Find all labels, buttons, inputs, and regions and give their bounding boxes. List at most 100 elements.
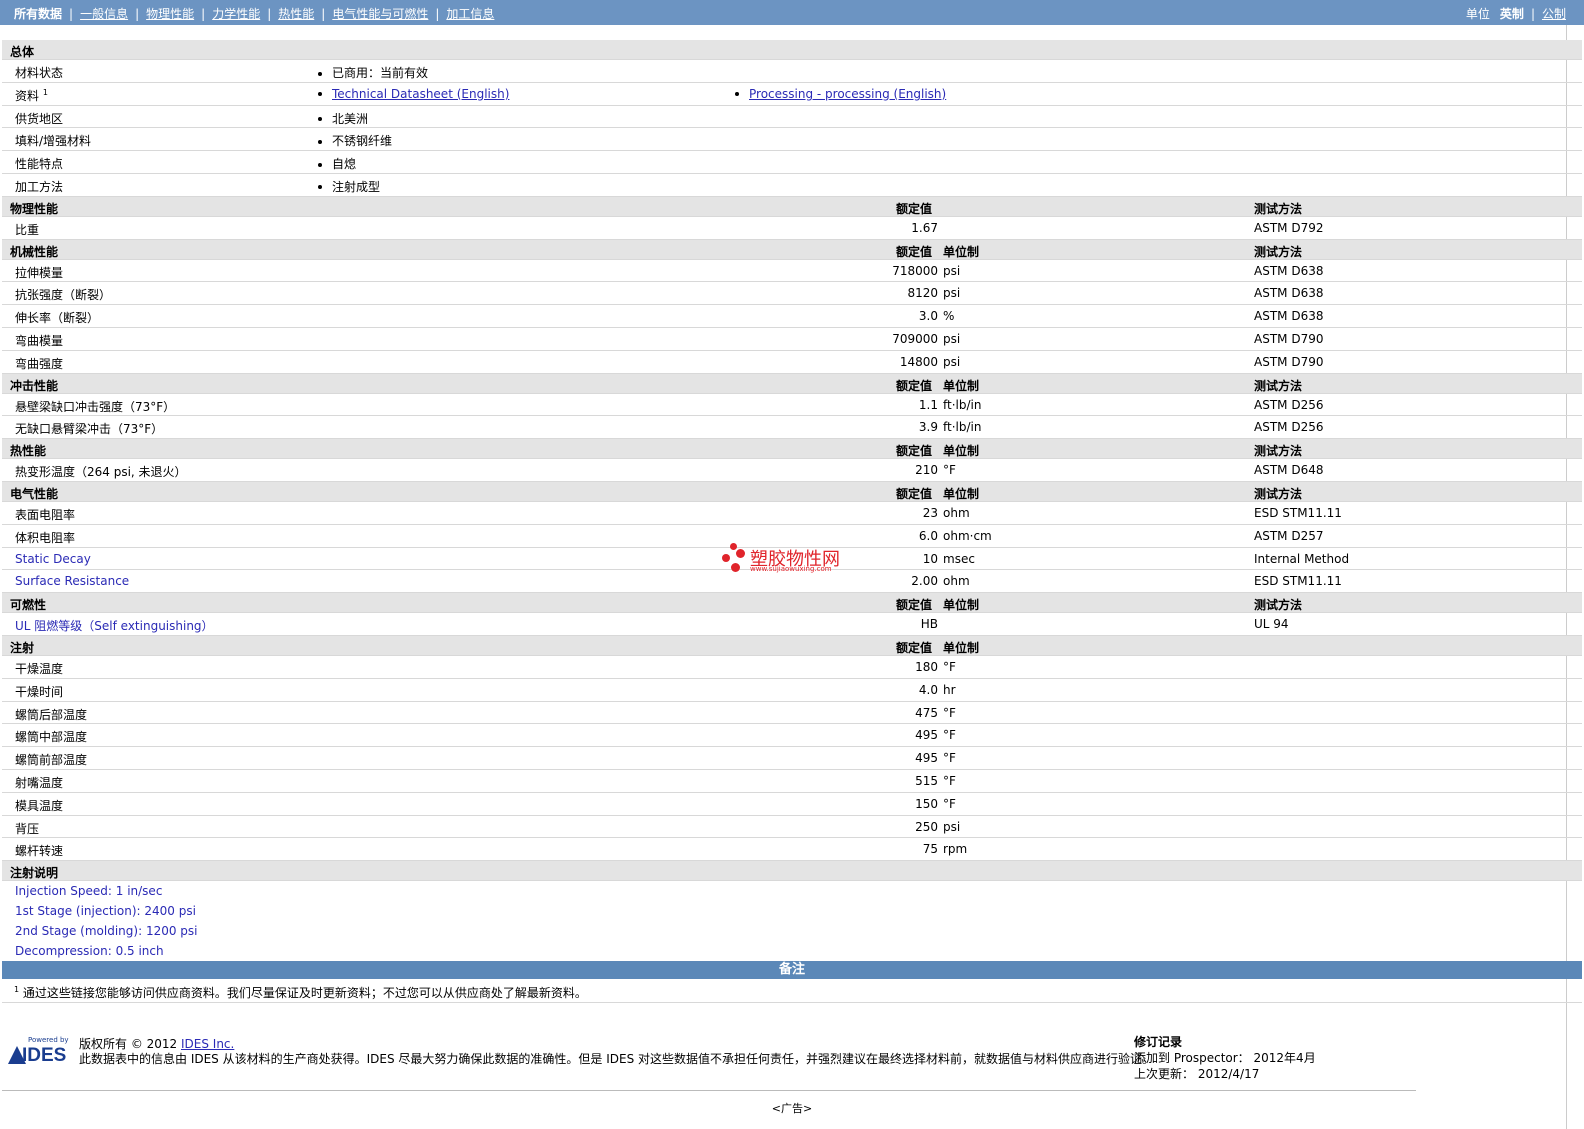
property-label: 螺筒前部温度 <box>15 753 88 768</box>
revision-title: 修订记录 <box>1134 1035 1183 1049</box>
nav-general-info[interactable]: 一般信息 <box>80 7 128 21</box>
section-header: 电气性能 额定值 单位制 测试方法 <box>2 481 1582 502</box>
property-value: 250 <box>915 819 938 834</box>
test-method: ASTM D256 <box>1254 420 1324 435</box>
section-header: 机械性能 额定值 单位制 测试方法 <box>2 239 1582 260</box>
property-unit: psi <box>943 286 961 301</box>
header-value: 额定值 <box>896 444 933 459</box>
property-label: 比重 <box>15 222 40 237</box>
section-title: 冲击性能 <box>10 378 59 393</box>
property-unit: ohm <box>943 505 970 520</box>
property-unit: °F <box>943 705 956 720</box>
property-row: 表面电阻率 23 ohm ESD STM11.11 <box>2 502 1582 525</box>
bullet-icon <box>318 162 322 167</box>
test-method: ASTM D790 <box>1254 354 1324 369</box>
general-row: 性能特点 自熄 <box>2 151 1582 174</box>
property-row: 干燥时间 4.0 hr <box>2 679 1582 702</box>
row-label: 加工方法 <box>15 179 64 194</box>
property-unit: ohm <box>943 574 970 589</box>
property-value: 718000 <box>892 263 938 278</box>
property-unit: °F <box>943 773 956 788</box>
nav-thermal[interactable]: 热性能 <box>278 7 314 21</box>
property-label: 热变形温度（264 psi, 未退火） <box>15 465 187 480</box>
property-value: 475 <box>915 705 938 720</box>
property-unit: ohm·cm <box>943 528 992 543</box>
bullet-icon <box>318 185 322 190</box>
property-label: 射嘴温度 <box>15 775 64 790</box>
ides-logo: Powered by IDES <box>8 1036 70 1066</box>
test-method: ASTM D638 <box>1254 263 1324 278</box>
test-method: UL 94 <box>1254 617 1289 632</box>
row-value: 已商用：当前有效 <box>318 64 428 81</box>
unit-metric-link[interactable]: 公制 <box>1542 7 1566 21</box>
property-label: 模具温度 <box>15 798 64 813</box>
ides-link[interactable]: IDES Inc. <box>181 1037 234 1051</box>
property-value: 1.1 <box>918 397 938 412</box>
property-row: 弯曲强度 14800 psi ASTM D790 <box>2 351 1582 374</box>
header-unit: 单位制 <box>943 486 980 501</box>
nav-electrical-flammability[interactable]: 电气性能与可燃性 <box>332 7 428 21</box>
test-method: ESD STM11.11 <box>1254 574 1342 589</box>
row-label: 供货地区 <box>15 111 64 126</box>
section-title: 总体 <box>10 45 35 59</box>
property-row: 螺筒前部温度 495 °F <box>2 747 1582 770</box>
ad-placeholder: <广告> <box>771 1102 813 1115</box>
nav-processing[interactable]: 加工信息 <box>446 7 494 21</box>
property-value: 150 <box>915 796 938 811</box>
header-method: 测试方法 <box>1254 378 1303 393</box>
bullet-icon <box>318 92 322 97</box>
property-unit: psi <box>943 819 961 834</box>
test-method: ASTM D256 <box>1254 397 1324 412</box>
property-sections: 物理性能 额定值 测试方法 比重 1.67 ASTM D792 机械性能 额定值 单位制 测试方法… <box>2 196 1582 862</box>
header-method: 测试方法 <box>1254 444 1303 459</box>
property-label: 螺杆转速 <box>15 844 64 859</box>
test-method: ASTM D257 <box>1254 528 1324 543</box>
row-label: 性能特点 <box>15 157 64 172</box>
section-title: 可燃性 <box>10 598 47 613</box>
property-unit: rpm <box>943 842 968 857</box>
divider <box>2 1090 1416 1091</box>
section-nav: 所有数据 | 一般信息 | 物理性能 | 力学性能 | 热性能 | 电气性能与可燃性 | 加工信息 <box>14 7 495 21</box>
header-method: 测试方法 <box>1254 486 1303 501</box>
property-value: 3.9 <box>918 420 938 435</box>
unit-switch: 单位 英制 | 公制 <box>1465 7 1566 21</box>
header-unit: 单位制 <box>943 378 980 393</box>
property-row: 螺筒后部温度 475 °F <box>2 702 1582 725</box>
row-value: Processing - processing (English) <box>735 87 946 101</box>
nav-physical[interactable]: 物理性能 <box>146 7 194 21</box>
property-value: 4.0 <box>918 682 938 697</box>
nav-all-data[interactable]: 所有数据 <box>14 7 62 21</box>
row-value: 不锈钢纤维 <box>318 132 392 149</box>
note-line: Decompression: 0.5 inch <box>15 944 164 958</box>
property-row: 抗张强度（断裂） 8120 psi ASTM D638 <box>2 282 1582 306</box>
property-unit: ft·lb/in <box>943 397 982 412</box>
property-value: 14800 <box>899 354 938 369</box>
row-value: 北美洲 <box>318 110 368 127</box>
property-row: 射嘴温度 515 °F <box>2 770 1582 793</box>
note-line: Injection Speed: 1 in/sec <box>15 884 163 898</box>
nav-mechanical[interactable]: 力学性能 <box>212 7 260 21</box>
property-label: UL 阻燃等级（Self extinguishing） <box>15 619 214 634</box>
header-method: 测试方法 <box>1254 244 1303 259</box>
property-value: 6.0 <box>918 528 938 543</box>
property-value: 10 <box>922 551 938 566</box>
property-label: 干燥时间 <box>15 684 64 699</box>
top-nav-bar: 所有数据 | 一般信息 | 物理性能 | 力学性能 | 热性能 | 电气性能与可燃性 | 加工信息 单位… <box>0 0 1584 25</box>
property-row: 伸长率（断裂） 3.0% ASTM D638 <box>2 305 1582 328</box>
test-method: ASTM D790 <box>1254 331 1324 346</box>
property-unit: °F <box>943 796 956 811</box>
property-unit: psi <box>943 354 961 369</box>
unit-label: 单位 <box>1465 7 1490 21</box>
processing-link[interactable]: Processing - processing (English) <box>749 87 946 101</box>
header-value: 额定值 <box>896 640 933 655</box>
property-row: 干燥温度 180 °F <box>2 656 1582 679</box>
property-value: 2.00 <box>911 574 938 589</box>
property-unit: hr <box>943 682 956 697</box>
property-label: 悬壁梁缺口冲击强度（73°F） <box>15 399 176 414</box>
technical-datasheet-link[interactable]: Technical Datasheet (English) <box>332 87 509 101</box>
property-row: 螺筒中部温度 495 °F <box>2 724 1582 748</box>
test-method: ASTM D792 <box>1254 220 1324 235</box>
test-method: Internal Method <box>1254 551 1350 566</box>
section-header: 热性能 额定值 单位制 测试方法 <box>2 439 1582 460</box>
property-row: 悬壁梁缺口冲击强度（73°F） 1.1 ft·lb/in ASTM D256 <box>2 394 1582 417</box>
